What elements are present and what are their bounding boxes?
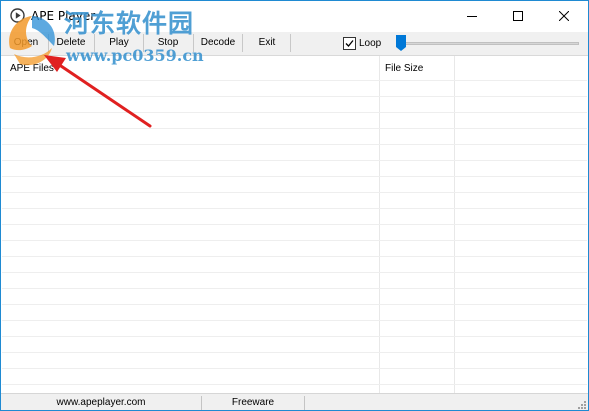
row-separator — [2, 320, 587, 321]
row-separator — [2, 384, 587, 385]
exit-button[interactable]: Exit — [247, 33, 287, 53]
volume-slider-thumb[interactable] — [396, 35, 406, 51]
row-separator — [2, 176, 587, 177]
status-bar: www.apeplayer.com Freeware — [1, 393, 588, 410]
row-separator — [2, 256, 587, 257]
row-separator — [2, 160, 587, 161]
row-separator — [2, 112, 587, 113]
row-separator — [2, 208, 587, 209]
row-separator — [2, 240, 587, 241]
row-separator — [2, 224, 587, 225]
row-separator — [2, 192, 587, 193]
checkbox-box[interactable] — [343, 37, 356, 50]
row-separator — [2, 288, 587, 289]
resize-grip-icon[interactable] — [576, 399, 586, 409]
minimize-icon — [467, 16, 477, 17]
column-header-file-size[interactable]: File Size — [380, 56, 455, 80]
watermark-logo-icon — [9, 16, 55, 66]
row-separator — [2, 272, 587, 273]
minimize-button[interactable] — [449, 1, 495, 31]
checkmark-icon — [345, 40, 354, 47]
status-license: Freeware — [231, 397, 275, 408]
ape-files-list[interactable]: APE Files File Size — [2, 56, 587, 393]
row-separator — [2, 368, 587, 369]
close-button[interactable] — [541, 1, 587, 31]
row-separator — [2, 304, 587, 305]
toolbar-separator — [290, 34, 291, 52]
row-separator — [2, 96, 587, 97]
volume-slider-track[interactable] — [405, 42, 579, 45]
status-website: www.apeplayer.com — [56, 397, 146, 408]
row-separator — [2, 80, 587, 81]
watermark-url: www.pc0359.cn — [66, 46, 204, 65]
row-separator — [2, 128, 587, 129]
row-separator — [2, 144, 587, 145]
loop-checkbox[interactable]: Loop — [343, 36, 381, 51]
row-separator — [2, 336, 587, 337]
close-icon — [559, 11, 569, 21]
loop-label: Loop — [359, 38, 382, 49]
status-separator — [304, 396, 305, 410]
maximize-icon — [513, 11, 523, 21]
row-separator — [2, 352, 587, 353]
toolbar-separator — [242, 34, 243, 52]
maximize-button[interactable] — [495, 1, 541, 31]
watermark-title: 河东软件园 — [64, 9, 195, 38]
